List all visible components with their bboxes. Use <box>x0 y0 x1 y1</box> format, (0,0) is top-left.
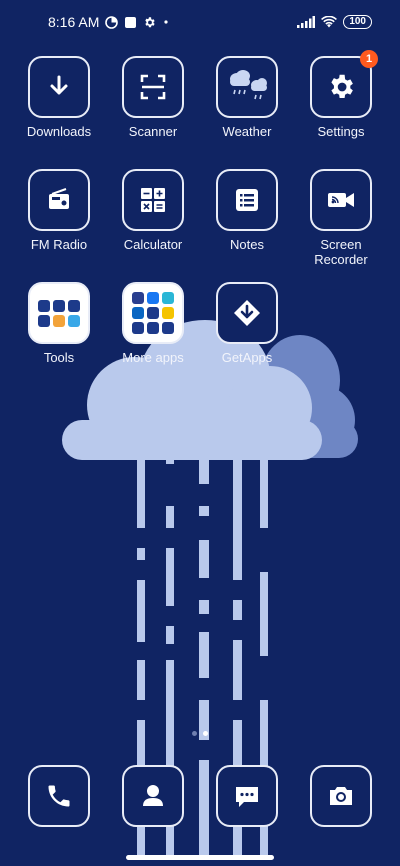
folder-more-apps[interactable]: More apps <box>108 282 198 365</box>
app-settings[interactable]: 1 Settings <box>296 50 386 139</box>
battery-indicator: 100 <box>343 15 372 29</box>
folder-preview <box>132 292 174 334</box>
gear-icon: 1 <box>310 50 378 118</box>
app-label: Scanner <box>128 124 178 139</box>
app-label: Screen Recorder <box>314 237 368 267</box>
status-right: 100 <box>297 15 372 29</box>
app-screen-recorder[interactable]: Screen Recorder <box>296 169 386 267</box>
message-icon <box>236 787 258 807</box>
signal-icon <box>297 16 316 28</box>
dock-messages[interactable] <box>216 765 278 827</box>
wifi-icon <box>321 16 338 28</box>
app-label: Weather <box>222 124 272 139</box>
app-label: Downloads <box>26 124 92 139</box>
app-label: FM Radio <box>30 237 88 252</box>
app-label: More apps <box>122 350 184 365</box>
calculator-icon <box>122 169 184 231</box>
getapps-icon <box>216 282 278 344</box>
app-downloads[interactable]: Downloads <box>14 56 104 139</box>
app-weather[interactable]: Weather <box>202 56 292 139</box>
app-label: GetApps <box>221 350 273 365</box>
status-left: 8:16 AM <box>48 14 170 30</box>
app-getapps[interactable]: GetApps <box>202 282 292 365</box>
download-icon <box>28 56 90 118</box>
app-label: Notes <box>230 237 264 252</box>
app-scanner[interactable]: Scanner <box>108 56 198 139</box>
folder-icon <box>28 282 90 344</box>
app-fm-radio[interactable]: FM Radio <box>14 169 104 252</box>
weather-icon <box>216 56 278 118</box>
folder-preview <box>38 299 80 327</box>
phone-icon <box>48 785 70 807</box>
video-camera-icon <box>310 169 372 231</box>
home-indicator-bar[interactable] <box>126 855 274 860</box>
notification-badge: 1 <box>360 50 378 68</box>
folder-icon <box>122 282 184 344</box>
app-calculator[interactable]: Calculator <box>108 169 198 252</box>
status-bar: 8:16 AM 100 <box>0 0 400 44</box>
page-dot-active[interactable] <box>203 731 208 736</box>
dock-camera[interactable] <box>310 765 372 827</box>
app-notification-icon <box>124 16 137 29</box>
folder-tools[interactable]: Tools <box>14 282 104 365</box>
contacts-icon <box>143 785 163 806</box>
page-dot[interactable] <box>192 731 197 736</box>
camera-icon <box>330 787 352 805</box>
more-notifications-dot <box>162 18 170 26</box>
app-notes[interactable]: Notes <box>202 169 292 252</box>
scanner-icon <box>122 56 184 118</box>
gear-icon <box>143 16 156 29</box>
dock-contacts[interactable] <box>122 765 184 827</box>
status-time: 8:16 AM <box>48 14 100 30</box>
app-label: Calculator <box>123 237 183 252</box>
notes-icon <box>216 169 278 231</box>
radio-icon <box>28 169 90 231</box>
page-indicator <box>0 731 400 736</box>
app-label: Settings <box>317 124 365 139</box>
data-saver-icon <box>105 15 119 29</box>
app-label: Tools <box>43 350 75 365</box>
dock-phone[interactable] <box>28 765 90 827</box>
